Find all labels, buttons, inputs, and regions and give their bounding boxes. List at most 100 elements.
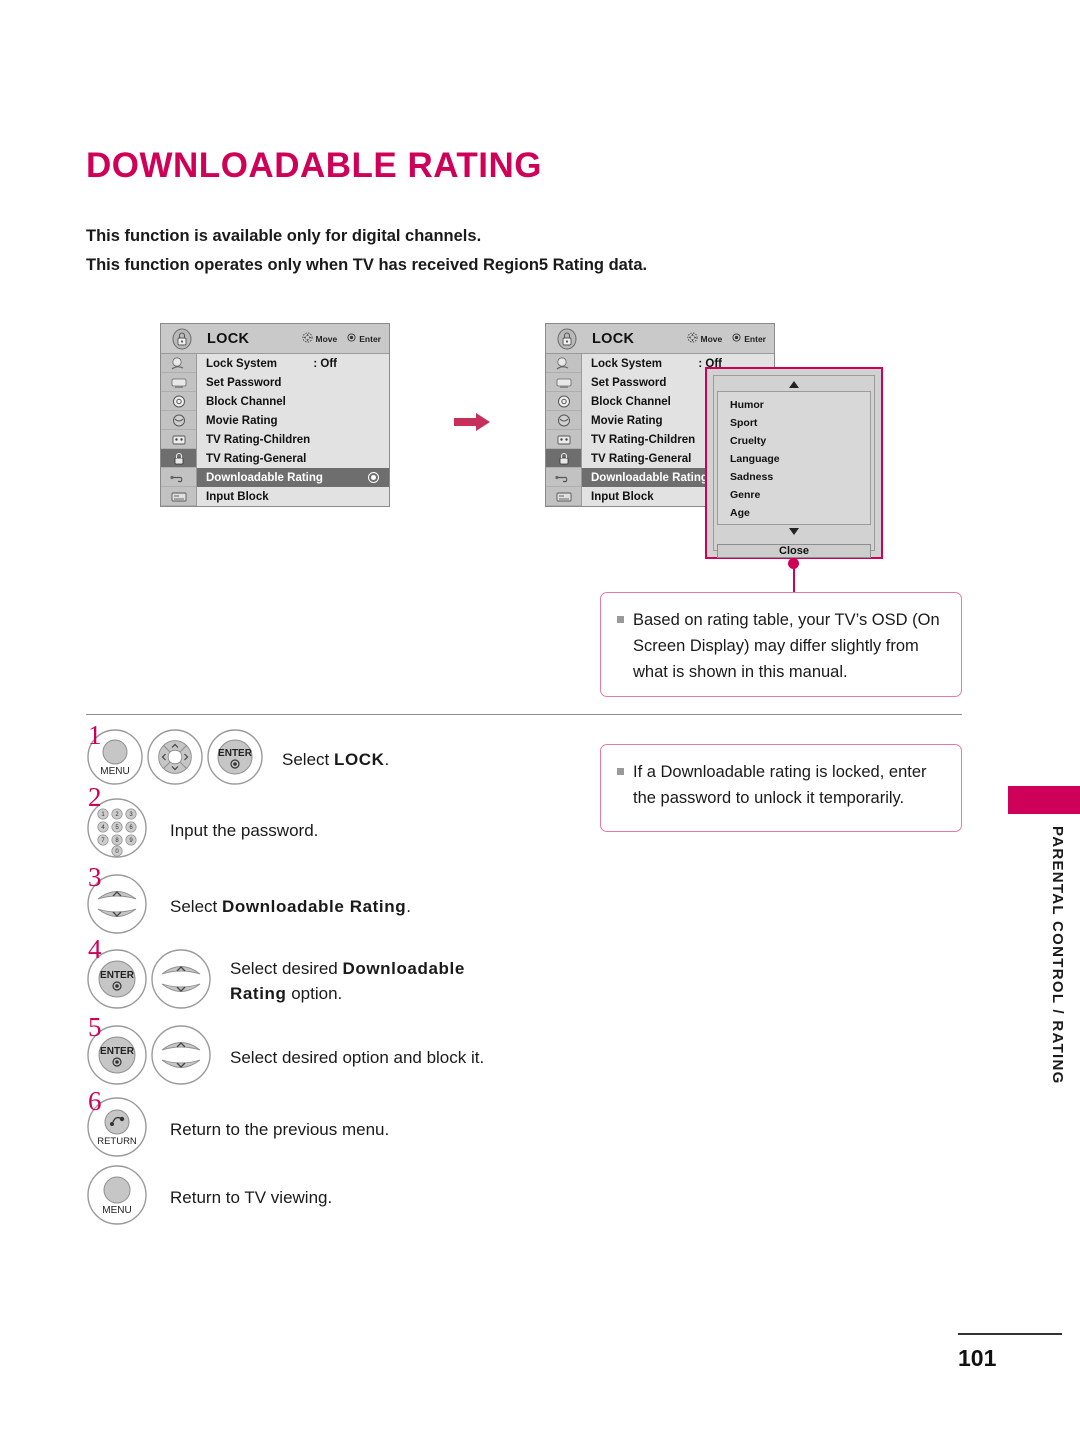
rating-option-list: Humor Sport Cruelty Language Sadness Gen… [717, 391, 871, 525]
step-6: 6 RETURN Return to the previous menu. [86, 1088, 556, 1164]
step-2-text: Input the password. [170, 820, 319, 840]
rating-popup-inner: Humor Sport Cruelty Language Sadness Gen… [713, 375, 875, 558]
osd-icon-parental[interactable] [161, 430, 196, 449]
side-tab-label: PARENTAL CONTROL / RATING [1049, 826, 1066, 1085]
hint-enter-label: Enter [744, 333, 766, 344]
osd-icon-picture[interactable] [161, 354, 196, 373]
osd-hints: Move Enter [302, 332, 389, 345]
step-text-bold: Downloadable Rating [221, 896, 407, 916]
step-number: 4 [88, 934, 102, 964]
step-3-text: Select Downloadable Rating. [170, 894, 411, 919]
osd-item-label: Set Password [591, 376, 667, 389]
osd-icon-time[interactable] [546, 392, 581, 411]
page-title: DOWNLOADABLE RATING [86, 146, 543, 185]
updown-button[interactable] [150, 1024, 212, 1091]
step-text-pre: Select [282, 749, 334, 769]
footer-rule [958, 1333, 1062, 1335]
osd-icon-option[interactable] [546, 411, 581, 430]
note-text: Based on rating table, your TV’s OSD (On… [633, 611, 940, 681]
osd-icon-time[interactable] [161, 392, 196, 411]
hint-move: Move [302, 332, 338, 345]
osd-item-label: Set Password [206, 376, 282, 389]
osd-title: LOCK [592, 330, 635, 347]
enter-circle-icon [347, 333, 356, 344]
step-text-pre: Select [170, 896, 222, 916]
osd-panel-lock-menu: LOCK Move Enter Lock System: Off Set Pa… [160, 323, 390, 507]
svg-text:ENTER: ENTER [218, 748, 253, 759]
osd-title: LOCK [207, 330, 250, 347]
step-number: 1 [88, 720, 102, 750]
step-5-buttons: ENTER [86, 1024, 212, 1091]
osd-item-downloadable-rating[interactable]: Downloadable Rating [197, 468, 389, 487]
osd-item-label: Downloadable Rating [206, 471, 323, 484]
svg-text:RETURN: RETURN [97, 1136, 137, 1147]
osd-icon-audio[interactable] [161, 373, 196, 392]
osd-icon-usb[interactable] [161, 468, 196, 487]
osd-item-set-password[interactable]: Set Password [197, 373, 389, 392]
hint-move-label: Move [315, 333, 338, 344]
step-1: 1 MENU ENTER Select LOCK. [86, 722, 556, 791]
osd-header: LOCK Move Enter [546, 324, 774, 354]
rating-option-humor[interactable]: Humor [718, 396, 870, 414]
svg-text:ENTER: ENTER [100, 970, 135, 981]
step-5: 5 ENTER Select desired option and block … [86, 1014, 556, 1094]
step-number: 3 [88, 862, 102, 892]
osd-item-label: Movie Rating [206, 414, 278, 427]
osd-icon-usb[interactable] [546, 468, 581, 487]
nav-move-icon [302, 332, 313, 345]
osd-icon-audio[interactable] [546, 373, 581, 392]
rating-option-sport[interactable]: Sport [718, 414, 870, 432]
osd-icon-input[interactable] [161, 487, 196, 506]
osd-item-movie-rating[interactable]: Movie Rating [197, 411, 389, 430]
osd-item-tv-rating-children[interactable]: TV Rating-Children [197, 430, 389, 449]
svg-text:ENTER: ENTER [100, 1046, 135, 1057]
rating-option-language[interactable]: Language [718, 450, 870, 468]
osd-item-input-block[interactable]: Input Block [197, 487, 389, 506]
osd-item-block-channel[interactable]: Block Channel [197, 392, 389, 411]
step-1-text: Select LOCK. [282, 747, 389, 772]
osd-item-label: TV Rating-Children [591, 433, 696, 446]
osd-header: LOCK Move Enter [161, 324, 389, 354]
nav-move-icon [687, 332, 698, 345]
osd-item-label: Block Channel [591, 395, 671, 408]
osd-icon-option[interactable] [161, 411, 196, 430]
osd-item-label: Lock System [206, 357, 277, 370]
downloadable-rating-popup: Humor Sport Cruelty Language Sadness Gen… [705, 367, 883, 559]
osd-item-label: TV Rating-General [206, 452, 307, 465]
close-button[interactable]: Close [717, 544, 871, 558]
rating-option-genre[interactable]: Genre [718, 486, 870, 504]
svg-text:MENU: MENU [100, 766, 129, 777]
updown-button[interactable] [150, 948, 212, 1015]
osd-item-tv-rating-general[interactable]: TV Rating-General [197, 449, 389, 468]
note-box-osd: Based on rating table, your TV’s OSD (On… [600, 592, 962, 697]
menu-button[interactable]: MENU [86, 1164, 148, 1231]
hint-move: Move [687, 332, 722, 345]
osd-icon-input[interactable] [546, 487, 581, 506]
lock-icon [165, 326, 199, 352]
intro-paragraph: This function is available only for digi… [86, 222, 846, 280]
nav-pad-button[interactable] [146, 728, 204, 791]
osd-icon-lock[interactable] [546, 449, 581, 468]
osd-item-label: Input Block [591, 490, 654, 503]
osd-icon-column [546, 354, 582, 506]
note-box-lock: If a Downloadable rating is locked, ente… [600, 744, 962, 832]
step-6-text: Return to the previous menu. [170, 1119, 390, 1139]
step-3: 3 Select Downloadable Rating. [86, 864, 556, 942]
osd-icon-parental[interactable] [546, 430, 581, 449]
osd-item-label: Lock System [591, 357, 662, 370]
osd-icon-picture[interactable] [546, 354, 581, 373]
rating-option-age[interactable]: Age [718, 504, 870, 522]
step-number: 5 [88, 1012, 102, 1042]
step-4-text: Select desired Downloadable Rating optio… [230, 956, 480, 1006]
osd-item-lock-system[interactable]: Lock System : Off [197, 354, 389, 373]
steps-list: 1 MENU ENTER Select LOCK. 2 1 2 3 4 5 6 … [86, 722, 556, 1231]
flow-arrow-icon [452, 410, 492, 434]
scroll-up-button[interactable] [717, 379, 871, 391]
osd-icon-lock[interactable] [161, 449, 196, 468]
enter-button[interactable]: ENTER [206, 728, 264, 791]
hint-enter: Enter [347, 333, 381, 344]
rating-option-cruelty[interactable]: Cruelty [718, 432, 870, 450]
triangle-down-icon [788, 522, 800, 540]
scroll-down-button[interactable] [717, 525, 871, 537]
rating-option-sadness[interactable]: Sadness [718, 468, 870, 486]
